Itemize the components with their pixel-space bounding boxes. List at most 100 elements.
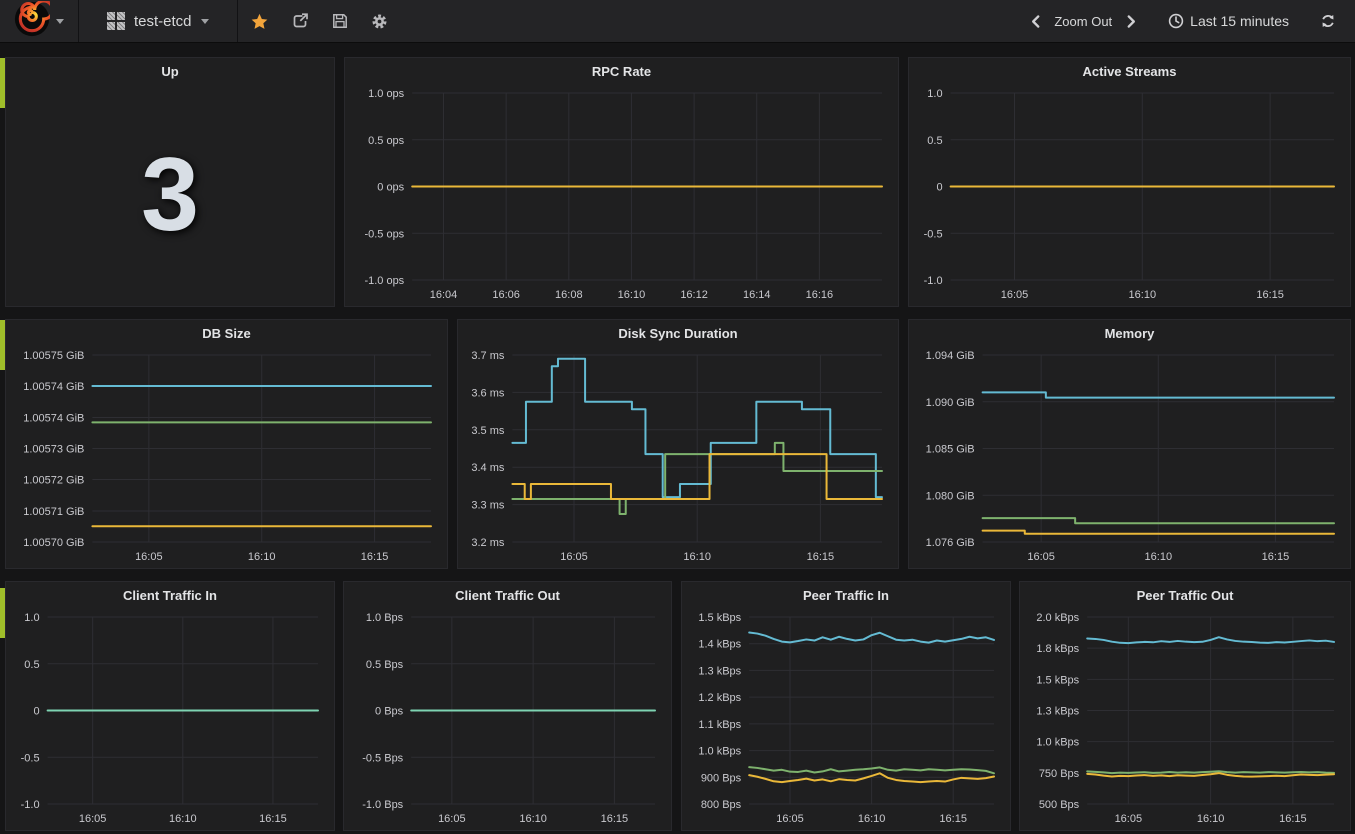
svg-text:-1.0: -1.0 [21,799,40,811]
panel-db-size: DB Size 1.00575 GiB1.00574 GiB1.00574 Gi… [5,319,448,569]
svg-text:1.1 kBps: 1.1 kBps [698,719,741,731]
svg-text:3.6 ms: 3.6 ms [471,387,505,399]
client-traffic-in-chart[interactable]: 1.00.50-0.5-1.016:0516:1016:15 [6,609,334,830]
svg-text:16:16: 16:16 [806,289,834,301]
svg-text:800 Bps: 800 Bps [701,799,742,811]
svg-text:750 Bps: 750 Bps [1039,768,1080,780]
svg-text:1.0 Bps: 1.0 Bps [366,612,404,624]
svg-text:16:05: 16:05 [560,551,588,563]
svg-text:16:05: 16:05 [1115,813,1143,825]
panel-peer-traffic-out: Peer Traffic Out 2.0 kBps 1.8 kBps 1.5 kBp… [1019,581,1351,831]
svg-text:1.00571 GiB: 1.00571 GiB [23,506,84,518]
svg-text:16:15: 16:15 [1262,551,1290,563]
panel-active-streams: Active Streams 1.00.50-0.5-1.016:0516:10… [908,57,1351,307]
svg-text:16:15: 16:15 [259,813,287,825]
dashboard-canvas: Up 3 RPC Rate 1.0 ops 0.5 ops 0 ops -0.5 op… [0,0,1355,834]
svg-text:16:15: 16:15 [807,551,835,563]
panel-peer-traffic-in: Peer Traffic In 1.5 kBps 1.4 kBps 1.3 kBps… [681,581,1011,831]
svg-text:-1.0 ops: -1.0 ops [364,275,404,287]
panel-title[interactable]: RPC Rate [345,58,898,85]
svg-text:16:05: 16:05 [1027,551,1055,563]
svg-text:0.5 ops: 0.5 ops [368,135,405,147]
svg-text:16:04: 16:04 [430,289,458,301]
svg-text:1.076 GiB: 1.076 GiB [926,537,975,549]
memory-chart[interactable]: 1.094 GiB1.090 GiB1.085 GiB1.080 GiB1.07… [909,347,1350,568]
svg-text:1.4 kBps: 1.4 kBps [698,639,741,651]
svg-text:1.3 kBps: 1.3 kBps [698,665,741,677]
svg-text:-0.5: -0.5 [924,228,943,240]
panel-memory: Memory 1.094 GiB1.090 GiB1.085 GiB1.080 … [908,319,1351,569]
svg-text:0.5: 0.5 [24,659,39,671]
db-size-chart[interactable]: 1.00575 GiB1.00574 GiB1.00574 GiB1.00573… [6,347,447,568]
svg-text:3.7 ms: 3.7 ms [471,350,505,362]
svg-text:16:15: 16:15 [361,551,389,563]
svg-text:-0.5: -0.5 [21,752,40,764]
svg-text:1.0 ops: 1.0 ops [368,88,405,100]
svg-text:16:10: 16:10 [248,551,276,563]
svg-text:-0.5 ops: -0.5 ops [364,228,404,240]
panel-client-traffic-out: Client Traffic Out 1.0 Bps0.5 Bps0 Bps-0… [343,581,672,831]
svg-text:1.00572 GiB: 1.00572 GiB [23,475,84,487]
active-streams-chart[interactable]: 1.00.50-0.5-1.016:0516:1016:15 [909,85,1350,306]
peer-traffic-out-chart[interactable]: 2.0 kBps 1.8 kBps 1.5 kBps 1.3 kBps 1.0 kBps… [1020,609,1350,830]
svg-text:1.080 GiB: 1.080 GiB [926,490,975,502]
svg-text:16:10: 16:10 [683,551,711,563]
panel-disk-sync-duration: Disk Sync Duration 3.7 ms 3.6 ms 3.5 ms 3.4… [457,319,899,569]
svg-text:-1.0 Bps: -1.0 Bps [362,799,403,811]
svg-text:-0.5 Bps: -0.5 Bps [362,752,403,764]
panel-title[interactable]: Peer Traffic In [682,582,1010,609]
svg-text:16:15: 16:15 [1256,289,1284,301]
panel-title[interactable]: DB Size [6,320,447,347]
svg-text:16:05: 16:05 [776,813,804,825]
svg-text:1.0 kBps: 1.0 kBps [1036,737,1079,749]
panel-client-traffic-in: Client Traffic In 1.00.50-0.5-1.016:0516… [5,581,335,831]
svg-text:3.2 ms: 3.2 ms [471,537,505,549]
rpc-rate-chart[interactable]: 1.0 ops 0.5 ops 0 ops -0.5 ops -1.0 ops 16:04… [345,85,898,306]
panel-title[interactable]: Active Streams [909,58,1350,85]
svg-text:3.3 ms: 3.3 ms [471,500,505,512]
svg-text:0: 0 [33,706,39,718]
svg-text:1.5 kBps: 1.5 kBps [698,612,741,624]
panel-rpc-rate: RPC Rate 1.0 ops 0.5 ops 0 ops -0.5 ops -1.0… [344,57,899,307]
disk-sync-duration-chart[interactable]: 3.7 ms 3.6 ms 3.5 ms 3.4 ms 3.3 ms 3.2 ms 16:0… [458,347,898,568]
panel-title[interactable]: Client Traffic Out [344,582,671,609]
svg-text:1.3 kBps: 1.3 kBps [1036,706,1079,718]
svg-text:0: 0 [936,182,942,194]
panel-title[interactable]: Memory [909,320,1350,347]
panel-title[interactable]: Peer Traffic Out [1020,582,1350,609]
panel-title[interactable]: Disk Sync Duration [458,320,898,347]
svg-text:16:10: 16:10 [1197,813,1225,825]
svg-text:16:15: 16:15 [939,813,967,825]
singlestat-value: 3 [141,136,199,255]
svg-text:1.2 kBps: 1.2 kBps [698,692,741,704]
svg-text:1.00574 GiB: 1.00574 GiB [23,412,84,424]
svg-text:-1.0: -1.0 [924,275,943,287]
svg-text:16:12: 16:12 [680,289,708,301]
svg-text:0 ops: 0 ops [377,182,404,194]
svg-text:16:10: 16:10 [858,813,886,825]
panel-up: Up 3 [5,57,335,307]
svg-text:1.090 GiB: 1.090 GiB [926,397,975,409]
svg-text:1.00570 GiB: 1.00570 GiB [23,537,84,549]
svg-text:0.5: 0.5 [927,135,942,147]
svg-text:16:14: 16:14 [743,289,771,301]
svg-text:16:05: 16:05 [438,813,466,825]
svg-text:16:10: 16:10 [169,813,197,825]
svg-text:3.5 ms: 3.5 ms [471,425,505,437]
svg-text:3.4 ms: 3.4 ms [471,462,505,474]
svg-text:900 Bps: 900 Bps [701,772,742,784]
svg-text:16:10: 16:10 [1129,289,1157,301]
client-traffic-out-chart[interactable]: 1.0 Bps0.5 Bps0 Bps-0.5 Bps-1.0 Bps16:05… [344,609,671,830]
svg-text:16:06: 16:06 [492,289,520,301]
peer-traffic-in-chart[interactable]: 1.5 kBps 1.4 kBps 1.3 kBps 1.2 kBps 1.1 kBps… [682,609,1010,830]
svg-text:16:10: 16:10 [1145,551,1173,563]
svg-text:16:10: 16:10 [618,289,646,301]
panel-title[interactable]: Up [6,58,334,85]
svg-text:1.085 GiB: 1.085 GiB [926,444,975,456]
svg-text:0 Bps: 0 Bps [375,706,404,718]
svg-text:16:05: 16:05 [1001,289,1029,301]
svg-text:2.0 kBps: 2.0 kBps [1036,612,1079,624]
svg-text:1.8 kBps: 1.8 kBps [1036,643,1079,655]
svg-text:1.5 kBps: 1.5 kBps [1036,674,1079,686]
panel-title[interactable]: Client Traffic In [6,582,334,609]
